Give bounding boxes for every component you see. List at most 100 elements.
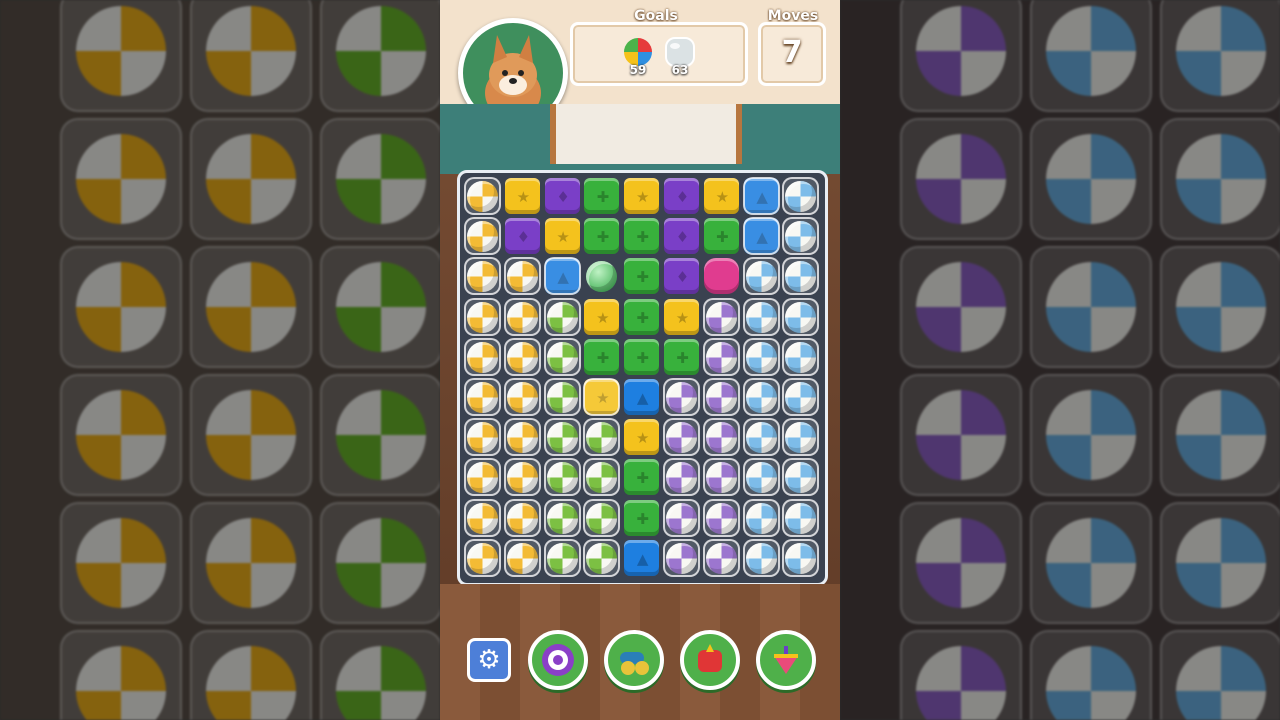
- booster-cannon-button[interactable]: [604, 630, 664, 690]
- green-beach-ball[interactable]: [543, 538, 581, 577]
- green-block[interactable]: ✚: [623, 217, 660, 255]
- green-block[interactable]: ✚: [623, 458, 660, 496]
- yellow-block[interactable]: ★: [623, 177, 660, 215]
- yellow-beach-ball[interactable]: [464, 538, 501, 577]
- yellow-beach-ball[interactable]: [503, 498, 541, 537]
- blue-beach-ball[interactable]: [782, 378, 820, 416]
- blue-beach-ball[interactable]: [782, 297, 820, 336]
- green-block[interactable]: ✚: [623, 257, 660, 295]
- green-block[interactable]: ✚: [623, 338, 660, 376]
- purple-beach-ball[interactable]: [663, 458, 700, 497]
- green-block[interactable]: ✚: [583, 338, 620, 376]
- blue-beach-ball[interactable]: [742, 458, 780, 497]
- purple-block[interactable]: ♦: [663, 217, 700, 255]
- booster-spinning-top-button[interactable]: [756, 630, 816, 690]
- yellow-block[interactable]: ★: [583, 378, 621, 416]
- purple-beach-ball[interactable]: [702, 458, 740, 497]
- green-beach-ball[interactable]: [543, 337, 581, 376]
- blue-beach-ball[interactable]: [742, 297, 780, 336]
- yellow-beach-ball[interactable]: [503, 257, 541, 296]
- green-spinner-powerup[interactable]: [583, 257, 620, 295]
- green-beach-ball[interactable]: [583, 418, 621, 457]
- blue-block[interactable]: ▲: [623, 539, 660, 577]
- booster-target-button[interactable]: [528, 630, 588, 690]
- green-block[interactable]: ✚: [703, 217, 740, 255]
- purple-beach-ball[interactable]: [702, 538, 740, 577]
- yellow-beach-ball[interactable]: [503, 378, 541, 416]
- green-beach-ball[interactable]: [543, 297, 581, 336]
- yellow-beach-ball[interactable]: [464, 297, 501, 336]
- yellow-beach-ball[interactable]: [464, 498, 501, 537]
- yellow-beach-ball[interactable]: [464, 418, 501, 457]
- purple-beach-ball[interactable]: [702, 297, 740, 336]
- blue-block[interactable]: ▲: [623, 378, 660, 416]
- block-tile: ✚: [624, 338, 660, 375]
- blue-beach-ball[interactable]: [742, 337, 780, 376]
- yellow-block[interactable]: ★: [583, 298, 620, 336]
- yellow-beach-ball[interactable]: [503, 458, 541, 497]
- green-beach-ball[interactable]: [543, 498, 581, 537]
- purple-beach-ball[interactable]: [702, 418, 740, 457]
- purple-beach-ball[interactable]: [702, 378, 740, 416]
- yellow-beach-ball[interactable]: [503, 538, 541, 577]
- purple-block[interactable]: ♦: [663, 257, 700, 295]
- green-block[interactable]: ✚: [663, 338, 700, 376]
- blue-beach-ball[interactable]: [742, 498, 780, 537]
- beach-ball-icon: [336, 262, 426, 352]
- blue-beach-ball[interactable]: [782, 177, 820, 215]
- yellow-beach-ball[interactable]: [464, 378, 501, 416]
- purple-beach-ball[interactable]: [663, 538, 700, 577]
- purple-beach-ball[interactable]: [663, 418, 700, 457]
- green-beach-ball[interactable]: [583, 538, 621, 577]
- yellow-block[interactable]: ★: [703, 177, 740, 215]
- bubble-overlay: [782, 297, 820, 336]
- yellow-beach-ball[interactable]: [464, 217, 501, 256]
- blue-beach-ball[interactable]: [742, 257, 780, 296]
- yellow-block[interactable]: ★: [623, 418, 660, 456]
- purple-beach-ball[interactable]: [702, 337, 740, 376]
- purple-beach-ball[interactable]: [702, 498, 740, 537]
- blue-block[interactable]: ▲: [742, 217, 780, 256]
- pink-rocket-powerup[interactable]: [703, 257, 740, 295]
- yellow-beach-ball[interactable]: [503, 418, 541, 457]
- purple-beach-ball[interactable]: [663, 378, 700, 416]
- green-block[interactable]: ✚: [623, 499, 660, 537]
- yellow-block[interactable]: ★: [544, 217, 581, 255]
- blue-beach-ball[interactable]: [782, 458, 820, 497]
- booster-glove-button[interactable]: [680, 630, 740, 690]
- blue-beach-ball[interactable]: [782, 217, 820, 256]
- green-beach-ball[interactable]: [543, 378, 581, 416]
- purple-beach-ball[interactable]: [663, 498, 700, 537]
- green-beach-ball[interactable]: [583, 458, 621, 497]
- yellow-beach-ball[interactable]: [464, 257, 501, 296]
- purple-block[interactable]: ♦: [504, 217, 541, 255]
- yellow-beach-ball[interactable]: [464, 458, 501, 497]
- green-beach-ball[interactable]: [543, 418, 581, 457]
- settings-button[interactable]: ⚙: [467, 638, 511, 682]
- green-beach-ball[interactable]: [583, 498, 621, 537]
- green-block[interactable]: ✚: [583, 177, 620, 215]
- green-block[interactable]: ✚: [623, 298, 660, 336]
- purple-block[interactable]: ♦: [544, 177, 581, 215]
- blue-block[interactable]: ▲: [543, 257, 581, 296]
- yellow-block[interactable]: ★: [663, 298, 700, 336]
- purple-block[interactable]: ♦: [663, 177, 700, 215]
- blue-block[interactable]: ▲: [742, 177, 780, 215]
- yellow-beach-ball[interactable]: [503, 337, 541, 376]
- yellow-beach-ball[interactable]: [464, 337, 501, 376]
- blurred-cell: [190, 118, 312, 240]
- blue-beach-ball[interactable]: [782, 538, 820, 577]
- yellow-beach-ball[interactable]: [503, 297, 541, 336]
- green-beach-ball[interactable]: [543, 458, 581, 497]
- yellow-block[interactable]: ★: [504, 177, 541, 215]
- yellow-beach-ball[interactable]: [464, 177, 501, 215]
- green-block[interactable]: ✚: [583, 217, 620, 255]
- blue-beach-ball[interactable]: [782, 337, 820, 376]
- blue-beach-ball[interactable]: [782, 418, 820, 457]
- blue-beach-ball[interactable]: [742, 418, 780, 457]
- blue-beach-ball[interactable]: [742, 378, 780, 416]
- blue-beach-ball[interactable]: [782, 498, 820, 537]
- blue-beach-ball[interactable]: [782, 257, 820, 296]
- bubble-overlay: [503, 337, 541, 376]
- blue-beach-ball[interactable]: [742, 538, 780, 577]
